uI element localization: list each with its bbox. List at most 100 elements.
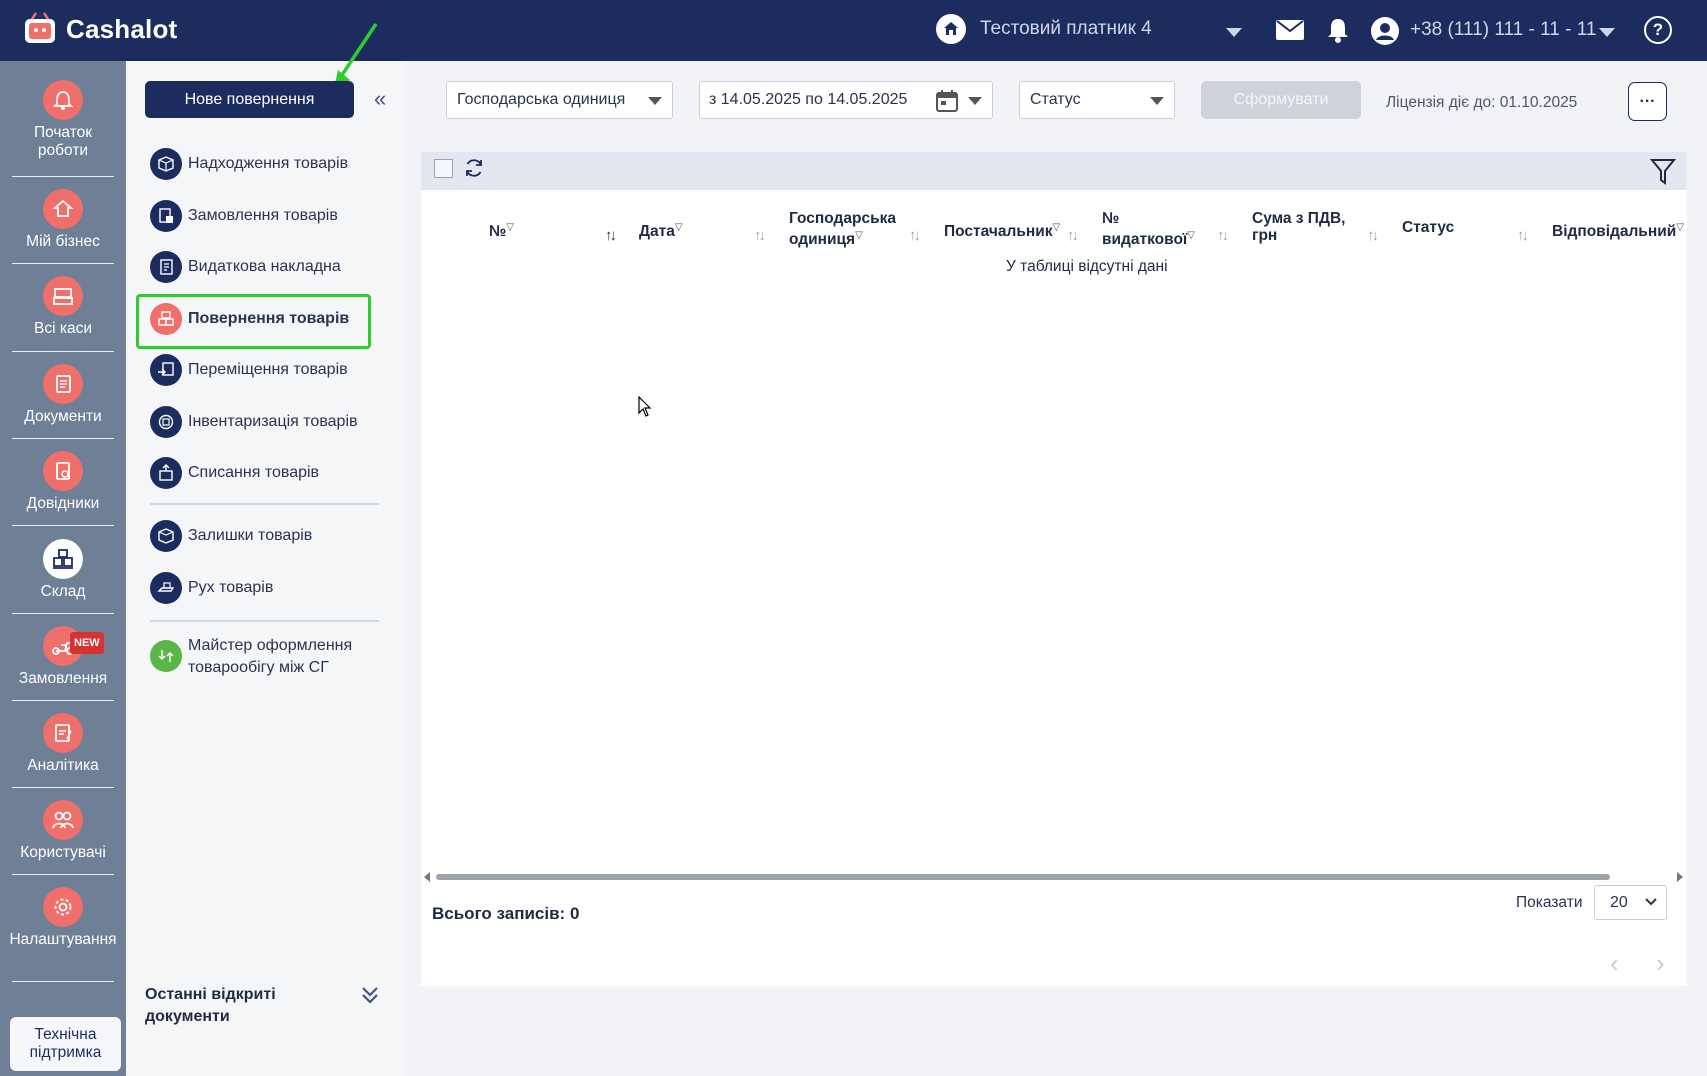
filter-icon[interactable] xyxy=(1650,158,1676,185)
payer-selector[interactable]: Тестовий платник 4 xyxy=(936,14,1152,44)
menu-item-goods-transfer[interactable]: Переміщення товарів xyxy=(150,354,348,386)
menu-item-inventory[interactable]: Інвентаризація товарів xyxy=(150,406,358,438)
payer-name: Тестовий платник 4 xyxy=(980,18,1152,39)
column-header-supplier[interactable]: Постачальник▽ xyxy=(944,219,1060,240)
rail-item-references[interactable]: Довідники xyxy=(12,451,114,526)
column-filter-icon[interactable]: ▽ xyxy=(1187,230,1195,241)
menu-item-label: Переміщення товарів xyxy=(188,361,348,378)
menu-item-label: Інвентаризація товарів xyxy=(188,413,358,430)
rail-item-label: Замовлення xyxy=(18,670,108,687)
new-badge: NEW xyxy=(70,632,104,654)
column-filter-icon[interactable]: ▽ xyxy=(1053,222,1061,233)
column-header-number[interactable]: №▽ xyxy=(489,219,514,240)
rail-item-settings[interactable]: Налаштування xyxy=(9,887,117,982)
chevron-down-icon xyxy=(1645,898,1657,906)
user-avatar-icon[interactable] xyxy=(1371,17,1399,45)
notification-bell-icon[interactable] xyxy=(1326,17,1350,43)
chevron-down-icon[interactable] xyxy=(1599,28,1615,37)
menu-item-label: Майстер оформлення товарообігу між СГ xyxy=(188,637,353,676)
chevron-down-icon xyxy=(1150,97,1164,105)
double-chevron-down-icon[interactable] xyxy=(360,985,380,1005)
menu-item-goods-orders[interactable]: Замовлення товарів xyxy=(150,200,338,232)
sort-icon[interactable]: ↑↓ xyxy=(754,227,766,244)
app-logo[interactable]: Cashalot xyxy=(22,12,177,46)
menu-item-label: Залишки товарів xyxy=(188,527,313,544)
status-select[interactable]: Статус xyxy=(1019,81,1175,119)
sort-icon[interactable]: ↑↓ xyxy=(909,227,921,244)
sort-icon[interactable]: ↑↓ xyxy=(1367,227,1379,244)
collapse-panel-icon[interactable]: « xyxy=(374,88,386,110)
recent-documents-header[interactable]: Останні відкриті документи xyxy=(145,984,335,1028)
mail-icon[interactable] xyxy=(1276,20,1304,40)
rail-item-label: Документи xyxy=(24,408,102,425)
cash-register-icon xyxy=(43,276,83,316)
tech-support-button[interactable]: Технічна підтримка xyxy=(10,1017,121,1071)
sort-icon[interactable]: ↑↓ xyxy=(1067,227,1079,244)
status-select-value: Статус xyxy=(1030,91,1081,108)
menu-item-goods-return[interactable]: Повернення товарів xyxy=(150,303,349,335)
rail-item-label: Мій бізнес xyxy=(26,233,100,250)
menu-item-goods-receipt[interactable]: Надходження товарів xyxy=(150,148,348,180)
reference-book-icon xyxy=(43,451,83,491)
sort-icon[interactable]: ↑↓ xyxy=(1217,227,1229,244)
scrollbar-thumb[interactable] xyxy=(436,874,1610,880)
invoice-icon xyxy=(150,251,182,283)
rail-item-all-registers[interactable]: Всі каси xyxy=(12,276,114,352)
calendar-icon[interactable] xyxy=(935,89,959,113)
license-expiry: Ліцензія діє до: 01.10.2025 xyxy=(1386,94,1578,111)
column-header-status[interactable]: Статус xyxy=(1402,219,1454,236)
table-toolbar xyxy=(421,152,1687,190)
bell-icon xyxy=(43,80,83,120)
rail-item-label: Користувачі xyxy=(20,844,106,861)
more-options-button[interactable]: ··· xyxy=(1628,82,1667,121)
sort-icon[interactable]: ↑↓ xyxy=(1517,227,1529,244)
home-icon xyxy=(936,14,966,44)
transfer-icon xyxy=(150,354,182,386)
rail-item-orders[interactable]: NEW Замовлення xyxy=(12,626,114,701)
column-header-invoice-number[interactable]: № видаткової▽ xyxy=(1102,210,1202,248)
rail-item-analytics[interactable]: Аналітика xyxy=(12,713,114,788)
order-icon xyxy=(150,200,182,232)
column-header-amount[interactable]: Сума з ПДВ, грн xyxy=(1252,210,1352,244)
refresh-icon[interactable] xyxy=(463,157,485,179)
menu-item-stock[interactable]: Залишки товарів xyxy=(150,520,312,552)
rail-item-my-business[interactable]: Мій бізнес xyxy=(12,189,114,264)
rail-item-warehouse[interactable]: Склад xyxy=(12,539,114,614)
next-page-button[interactable]: › xyxy=(1656,948,1665,979)
scroll-left-icon[interactable] xyxy=(424,872,430,882)
user-phone[interactable]: +38 (111) 111 - 11 - 11 xyxy=(1410,19,1596,41)
menu-item-invoice[interactable]: Видаткова накладна xyxy=(150,251,341,283)
total-records: Всього записів: 0 xyxy=(432,904,580,923)
chevron-down-icon[interactable] xyxy=(1226,28,1242,37)
column-header-business-unit[interactable]: Господарська одиниця▽ xyxy=(789,210,909,248)
rail-item-documents[interactable]: Документи xyxy=(12,364,114,439)
page-size-value: 20 xyxy=(1610,893,1628,911)
chevron-down-icon[interactable] xyxy=(968,97,982,105)
menu-item-write-off[interactable]: Списання товарів xyxy=(150,457,319,489)
rail-item-getting-started[interactable]: Початок роботи xyxy=(12,80,114,177)
column-filter-icon[interactable]: ▽ xyxy=(855,230,863,241)
select-all-checkbox[interactable] xyxy=(434,159,453,178)
new-return-button[interactable]: Нове повернення xyxy=(145,81,354,118)
date-range-picker[interactable]: з 14.05.2025 по 14.05.2025 xyxy=(699,81,993,119)
menu-item-turnover-wizard[interactable]: Майстер оформлення товарообігу між СГ xyxy=(150,635,370,679)
help-icon[interactable]: ? xyxy=(1644,16,1672,44)
rail-item-users[interactable]: Користувачі xyxy=(12,800,114,875)
column-header-responsible[interactable]: Відповідальний▽ xyxy=(1552,219,1684,240)
page-size-select[interactable]: 20 xyxy=(1594,885,1667,920)
menu-item-goods-movement[interactable]: Рух товарів xyxy=(150,572,273,604)
business-unit-select[interactable]: Господарська одиниця xyxy=(446,81,673,119)
column-filter-icon[interactable]: ▽ xyxy=(1676,222,1684,233)
gear-icon xyxy=(43,887,83,927)
write-off-icon xyxy=(150,457,182,489)
generate-button[interactable]: Сформувати xyxy=(1201,81,1361,119)
sort-icon[interactable]: ↑↓ xyxy=(605,227,617,244)
column-filter-icon[interactable]: ▽ xyxy=(506,222,514,233)
column-header-date[interactable]: Дата▽ xyxy=(639,219,683,240)
inventory-icon xyxy=(150,406,182,438)
scroll-right-icon[interactable] xyxy=(1677,872,1683,882)
column-filter-icon[interactable]: ▽ xyxy=(675,222,683,233)
prev-page-button[interactable]: ‹ xyxy=(1610,948,1619,979)
logo-text: Cashalot xyxy=(66,13,178,44)
users-icon xyxy=(43,800,83,840)
